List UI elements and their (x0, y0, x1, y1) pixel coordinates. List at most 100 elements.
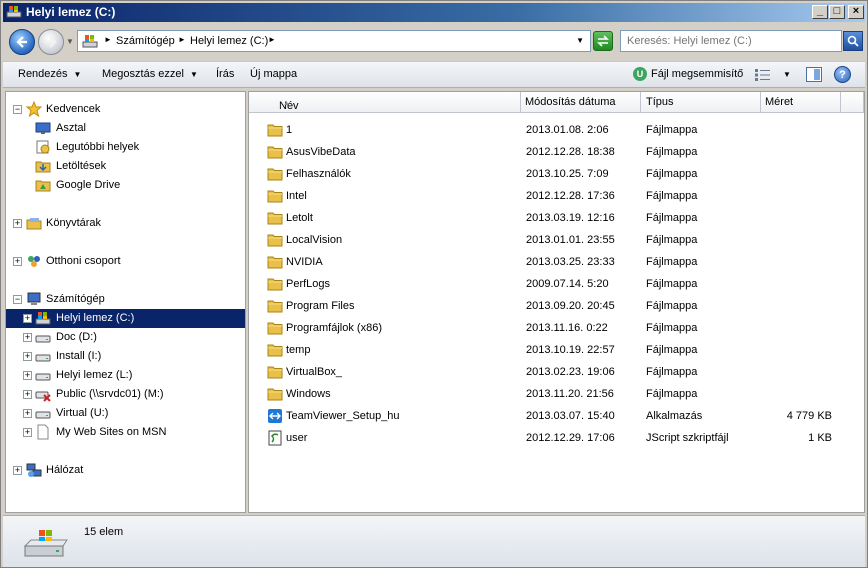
tree-item-homegroup[interactable]: + Otthoni csoport (6, 252, 245, 271)
expand-icon[interactable]: + (23, 333, 32, 342)
computer-icon (27, 292, 41, 305)
expand-icon[interactable]: + (13, 466, 22, 475)
expand-icon[interactable]: + (13, 219, 22, 228)
file-row[interactable]: temp 2013.10.19. 22:57 Fájlmappa (249, 339, 864, 361)
search-input[interactable] (621, 31, 841, 51)
chevron-down-icon[interactable]: ▼ (576, 36, 584, 45)
expand-icon[interactable]: + (23, 428, 32, 437)
file-date: 2013.09.20. 20:45 (526, 300, 615, 312)
views-icon[interactable] (755, 69, 771, 81)
organize-menu[interactable]: Rendezés ▼ (18, 68, 81, 80)
file-row[interactable]: Programfájlok (x86) 2013.11.16. 0:22 Fájlm… (249, 317, 864, 339)
star-icon (26, 101, 42, 117)
file-row[interactable]: AsusVibeData 2012.12.28. 18:38 Fájlmappa (249, 141, 864, 163)
history-dropdown[interactable]: ▼ (66, 37, 74, 46)
tree-item-google-drive[interactable]: Google Drive (6, 176, 245, 195)
column-header-name[interactable]: Név ▲ (249, 92, 521, 113)
shredder-icon[interactable]: U (633, 67, 647, 81)
tree-item-downloads[interactable]: Letöltések (6, 157, 245, 176)
expand-icon[interactable]: + (23, 371, 32, 380)
file-name: VirtualBox_ (286, 366, 343, 378)
tree-item-desktop[interactable]: Asztal (6, 119, 245, 138)
search-field[interactable] (620, 30, 842, 52)
file-row[interactable]: 1 2013.01.08. 2:06 Fájlmappa (249, 119, 864, 141)
burn-button[interactable]: Írás (216, 68, 234, 80)
file-row[interactable]: Felhasználók 2013.10.25. 7:09 Fájlmappa (249, 163, 864, 185)
tree-item-drive-d[interactable]: + Doc (D:) (6, 328, 245, 347)
breadcrumb-computer[interactable]: Számítógép (116, 35, 175, 47)
address-bar[interactable]: ► Számítógép ► Helyi lemez (C:) ► ▼ (77, 30, 591, 52)
share-menu[interactable]: Megosztás ezzel ▼ (102, 68, 198, 80)
new-folder-button[interactable]: Új mappa (250, 68, 297, 80)
tree-item-libraries[interactable]: + Könyvtárak (6, 214, 245, 233)
folder-icon (267, 234, 283, 247)
file-type: Fájlmappa (646, 366, 698, 378)
file-date: 2013.10.19. 22:57 (526, 344, 615, 356)
expand-icon[interactable]: + (23, 390, 32, 399)
file-row[interactable]: TeamViewer_Setup_hu 2013.03.07. 15:40 Alka… (249, 405, 864, 427)
tree-item-computer[interactable]: − Számítógép (6, 290, 245, 309)
file-row[interactable]: NVIDIA 2013.03.25. 23:33 Fájlmappa (249, 251, 864, 273)
minimize-button[interactable]: _ (812, 5, 828, 19)
file-name: Felhasználók (286, 168, 351, 180)
tree-label: Helyi lemez (C:) (56, 312, 135, 324)
drive-icon (35, 335, 51, 343)
title-bar[interactable]: Helyi lemez (C:) _ □ × (3, 3, 865, 22)
tree-label: Doc (D:) (56, 331, 97, 343)
column-header-date[interactable]: Módosítás dátuma (521, 92, 641, 113)
file-row[interactable]: Windows 2013.11.20. 21:56 Fájlmappa (249, 383, 864, 405)
file-name: LocalVision (286, 234, 343, 246)
shredder-button[interactable]: Fájl megsemmisítő (651, 68, 743, 80)
file-row[interactable]: user 2012.12.29. 17:06 JScript szkriptfájl… (249, 427, 864, 449)
tree-item-drive-i[interactable]: + Install (I:) (6, 347, 245, 366)
chevron-down-icon[interactable]: ▼ (783, 70, 791, 79)
file-row[interactable]: Letolt 2013.03.19. 12:16 Fájlmappa (249, 207, 864, 229)
tree-item-drive-m[interactable]: + Public (\\srvdc01) (M:) (6, 385, 245, 404)
expand-icon[interactable]: + (23, 314, 32, 323)
forward-button[interactable] (38, 29, 64, 55)
collapse-icon[interactable]: − (13, 295, 22, 304)
tree-item-drive-l[interactable]: + Helyi lemez (L:) (6, 366, 245, 385)
maximize-button[interactable]: □ (829, 5, 845, 19)
search-button[interactable] (843, 31, 863, 51)
column-header-type[interactable]: Típus (641, 92, 761, 113)
column-header-size[interactable]: Méret (761, 92, 841, 113)
tree-item-drive-u[interactable]: + Virtual (U:) (6, 404, 245, 423)
preview-pane-icon[interactable] (806, 67, 822, 82)
tree-label: Install (I:) (56, 350, 102, 362)
expand-icon[interactable]: + (13, 257, 22, 266)
recent-places-icon (36, 140, 50, 154)
tree-item-favorites[interactable]: − Kedvencek (6, 100, 245, 119)
folder-icon (267, 168, 283, 181)
folder-icon (267, 190, 283, 203)
file-row[interactable]: VirtualBox_ 2013.02.23. 19:06 Fájlmappa (249, 361, 864, 383)
chevron-right-icon[interactable]: ► (178, 35, 186, 44)
close-button[interactable]: × (848, 5, 864, 19)
file-row[interactable]: LocalVision 2013.01.01. 23:55 Fájlmappa (249, 229, 864, 251)
expand-icon[interactable]: + (23, 409, 32, 418)
file-date: 2013.03.07. 15:40 (526, 410, 615, 422)
file-date: 2013.11.16. 0:22 (526, 322, 608, 334)
tree-item-recent-places[interactable]: Legutóbbi helyek (6, 138, 245, 157)
downloads-icon (35, 161, 51, 173)
refresh-button[interactable] (593, 31, 613, 51)
back-button[interactable] (9, 29, 35, 55)
tree-item-my-web-sites[interactable]: + My Web Sites on MSN (6, 423, 245, 442)
tree-item-drive-c[interactable]: + Helyi lemez (C:) (6, 309, 245, 328)
column-label-type: Típus (646, 96, 674, 108)
chevron-right-icon[interactable]: ► (104, 35, 112, 44)
folder-icon (267, 256, 283, 269)
file-row[interactable]: PerfLogs 2009.07.14. 5:20 Fájlmappa (249, 273, 864, 295)
file-row[interactable]: Intel 2012.12.28. 17:36 Fájlmappa (249, 185, 864, 207)
chevron-right-icon[interactable]: ► (268, 35, 276, 44)
navigation-pane[interactable]: − Kedvencek Asztal Legutóbbi helyek Letö… (5, 91, 246, 513)
collapse-icon[interactable]: − (13, 105, 22, 114)
breadcrumb-drive[interactable]: Helyi lemez (C:) (190, 35, 268, 47)
expand-icon[interactable]: + (23, 352, 32, 361)
file-row[interactable]: Program Files 2013.09.20. 20:45 Fájlmappa (249, 295, 864, 317)
file-date: 2013.03.19. 12:16 (526, 212, 615, 224)
file-list[interactable]: Név ▲ Módosítás dátuma Típus Méret 1 2013.… (248, 91, 865, 513)
help-icon[interactable]: ? (834, 66, 851, 83)
tree-item-network[interactable]: + Hálózat (6, 461, 245, 480)
sort-ascending-icon: ▲ (283, 100, 290, 107)
